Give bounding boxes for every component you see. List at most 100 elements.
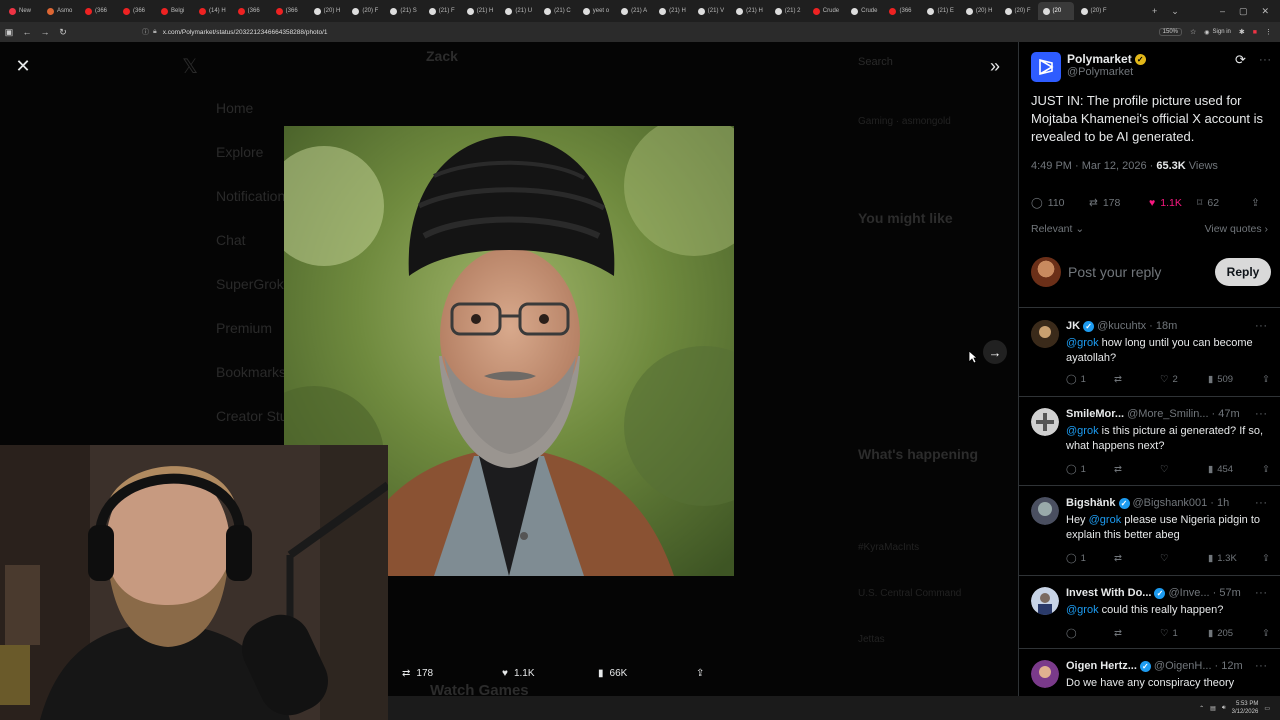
media-like-button[interactable]: ♥ 1.1K xyxy=(502,668,535,679)
browser-tab[interactable]: (20 xyxy=(1037,2,1074,20)
reply-share-button[interactable]: ⇪ xyxy=(1262,553,1270,564)
like-count-button[interactable]: ♥ 1.1K xyxy=(1149,197,1182,209)
tweet-author-name[interactable]: Polymarket xyxy=(1067,52,1132,66)
browser-tab[interactable]: (20) H xyxy=(961,2,998,20)
browser-tab[interactable]: (20) H xyxy=(309,2,346,20)
share-button[interactable]: ⇪ xyxy=(1251,197,1260,209)
retweet-count-button[interactable]: ⇄ 178 xyxy=(1089,197,1120,209)
sidebar-toggle-icon[interactable]: ▣ xyxy=(0,27,18,38)
browser-tab[interactable]: (21) A xyxy=(616,2,652,20)
browser-tab[interactable]: Crude xyxy=(846,2,882,20)
close-viewer-icon[interactable]: ✕ xyxy=(12,55,34,77)
signin-button[interactable]: ◉ Sign in xyxy=(1204,29,1231,36)
more-options-icon[interactable]: ··· xyxy=(1255,320,1268,332)
media-retweet-button[interactable]: ⇄ 178 xyxy=(402,668,433,679)
maximize-icon[interactable]: ▢ xyxy=(1239,6,1248,17)
browser-tab[interactable]: (366 xyxy=(884,2,920,20)
reply-share-button[interactable]: ⇪ xyxy=(1262,374,1270,385)
volume-icon[interactable]: 🔊︎ xyxy=(1222,705,1226,712)
extension-badge-icon[interactable]: ■ xyxy=(1253,29,1257,36)
reply-avatar[interactable] xyxy=(1031,587,1059,615)
browser-tab[interactable]: (21) 2 xyxy=(770,2,806,20)
media-share-button[interactable]: ⇪ xyxy=(696,668,704,679)
media-views-button[interactable]: ▮ 66K xyxy=(598,668,627,679)
browser-tab[interactable]: (21) E xyxy=(922,2,958,20)
browser-tab[interactable]: (21) U xyxy=(500,2,537,20)
reply-avatar[interactable] xyxy=(1031,320,1059,348)
browser-tab[interactable]: (366 xyxy=(118,2,154,20)
more-options-icon[interactable]: ··· xyxy=(1255,660,1268,672)
menu-icon[interactable]: ⋮ xyxy=(1265,28,1272,36)
browser-tab[interactable]: (366 xyxy=(271,2,307,20)
bookmark-star-icon[interactable]: ☆ xyxy=(1190,28,1196,36)
reply-count-button[interactable]: ◯ 110 xyxy=(1031,197,1065,209)
url-field[interactable]: x.com/Polymarket/status/2032212346664358… xyxy=(163,29,328,36)
site-info-icon[interactable]: ⓘ xyxy=(142,27,149,37)
next-photo-button[interactable]: → xyxy=(983,340,1007,364)
notification-icon[interactable]: ▭ xyxy=(1264,705,1270,712)
back-icon[interactable]: ← xyxy=(18,27,36,37)
extensions-icon[interactable]: ✱ xyxy=(1239,28,1245,36)
reply-share-button[interactable]: ⇪ xyxy=(1262,628,1270,639)
reply-avatar[interactable] xyxy=(1031,660,1059,688)
reply-like-button[interactable]: ♡ 1 xyxy=(1160,628,1178,639)
reply-reply-button[interactable]: ◯ 1 xyxy=(1066,553,1086,564)
reply-reply-button[interactable]: ◯ xyxy=(1066,628,1077,639)
browser-tab[interactable]: (20) F xyxy=(1000,2,1036,20)
more-options-icon[interactable]: ··· xyxy=(1255,497,1268,509)
browser-tab[interactable]: (366 xyxy=(233,2,269,20)
browser-tab[interactable]: (21) H xyxy=(462,2,499,20)
browser-tab[interactable]: (21) H xyxy=(654,2,691,20)
close-window-icon[interactable]: ✕ xyxy=(1262,6,1270,17)
more-options-icon[interactable]: ··· xyxy=(1255,408,1268,420)
browser-tab[interactable]: (21) C xyxy=(539,2,576,20)
reply-avatar[interactable] xyxy=(1031,408,1059,436)
reply-sort-dropdown[interactable]: Relevant ⌄ xyxy=(1031,223,1084,235)
reply-retweet-button[interactable]: ⇄ xyxy=(1114,628,1122,639)
grok-icon[interactable]: ⟳ xyxy=(1235,52,1246,68)
reply-like-button[interactable]: ♡ 2 xyxy=(1160,374,1178,385)
more-options-icon[interactable]: ··· xyxy=(1255,587,1268,599)
view-quotes-link[interactable]: View quotes › xyxy=(1205,223,1268,235)
reply-like-button[interactable]: ♡ xyxy=(1160,464,1169,475)
user-avatar[interactable] xyxy=(1031,257,1061,287)
browser-tab[interactable]: (14) H xyxy=(194,2,231,20)
reply-reply-button[interactable]: ◯ 1 xyxy=(1066,374,1086,385)
reply-reply-button[interactable]: ◯ 1 xyxy=(1066,464,1086,475)
zoom-level[interactable]: 150% xyxy=(1158,28,1182,36)
forward-icon[interactable]: → xyxy=(36,27,54,37)
collapse-panel-icon[interactable]: » xyxy=(984,55,1006,77)
reply-like-button[interactable]: ♡ xyxy=(1160,553,1169,564)
reply-button[interactable]: Reply xyxy=(1215,258,1271,286)
browser-tab[interactable]: Belgi xyxy=(156,2,192,20)
browser-tab[interactable]: New xyxy=(4,2,40,20)
bookmark-count-button[interactable]: ⌑ 62 xyxy=(1197,197,1219,209)
tray-chevron-icon[interactable]: ⌃ xyxy=(1199,705,1204,712)
browser-tab[interactable]: (21) S xyxy=(385,2,421,20)
browser-tab[interactable]: (366 xyxy=(80,2,116,20)
reply-share-button[interactable]: ⇪ xyxy=(1262,464,1270,475)
browser-tab[interactable]: (20) F xyxy=(1076,2,1112,20)
browser-tab[interactable]: (21) V xyxy=(693,2,729,20)
polymarket-avatar[interactable] xyxy=(1031,52,1061,82)
browser-tab[interactable]: (21) H xyxy=(731,2,768,20)
reply-views-button[interactable]: ▮ 1.3K xyxy=(1208,553,1237,564)
browser-tab[interactable]: Asmo xyxy=(42,2,78,20)
reply-avatar[interactable] xyxy=(1031,497,1059,525)
reply-views-button[interactable]: ▮ 205 xyxy=(1208,628,1233,639)
reply-input[interactable]: Post your reply xyxy=(1068,264,1161,280)
reload-icon[interactable]: ↻ xyxy=(54,27,72,38)
reply-views-button[interactable]: ▮ 509 xyxy=(1208,374,1233,385)
browser-tab[interactable]: (21) F xyxy=(424,2,460,20)
system-clock[interactable]: 5:53 PM 3/12/2026 xyxy=(1232,700,1259,716)
tab-list-icon[interactable]: ⌄ xyxy=(1171,6,1179,17)
tweet-author-handle[interactable]: @Polymarket xyxy=(1067,66,1146,78)
network-icon[interactable]: ▤ xyxy=(1210,705,1216,712)
browser-tab[interactable]: Crude xyxy=(808,2,844,20)
more-options-icon[interactable]: ··· xyxy=(1259,54,1272,66)
new-tab-icon[interactable]: + xyxy=(1152,6,1157,16)
reply-retweet-button[interactable]: ⇄ xyxy=(1114,553,1122,564)
reply-retweet-button[interactable]: ⇄ xyxy=(1114,374,1122,385)
browser-tab[interactable]: (20) F xyxy=(347,2,383,20)
reply-retweet-button[interactable]: ⇄ xyxy=(1114,464,1122,475)
